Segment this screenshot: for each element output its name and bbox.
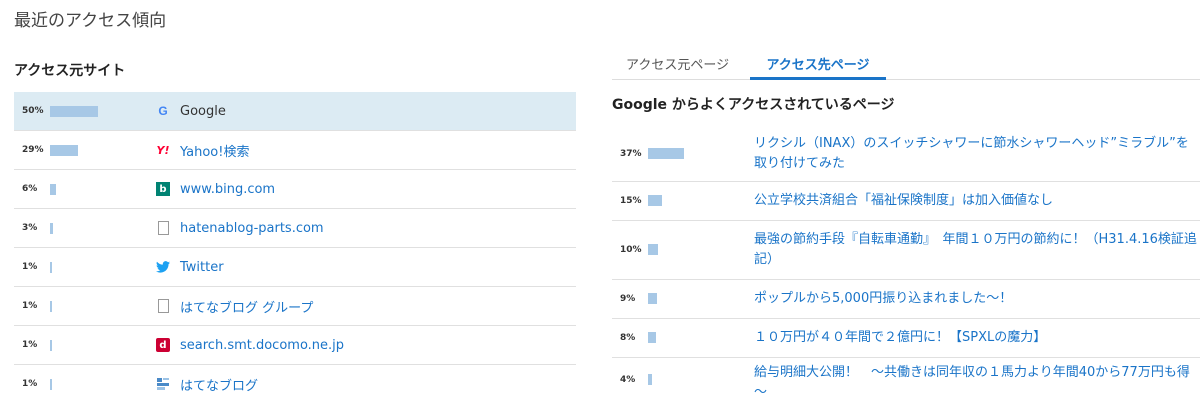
yahoo-icon: Y! [156,143,170,157]
percent-label: 10% [620,245,642,255]
list-item-docomo[interactable]: 1% d search.smt.docomo.ne.jp [14,326,576,365]
percent-bar [50,183,56,195]
list-item[interactable]: 15% 公立学校共済組合「福祉保険制度」は加入価値なし [612,182,1200,221]
list-item[interactable]: 4% 給与明細大公開！ ～共働きは同年収の１馬力より年間40から77万円も得～ [612,358,1200,402]
percent-label: 1% [22,301,38,311]
percent-label: 50% [22,106,44,116]
percent-bar [648,148,684,159]
site-label[interactable]: www.bing.com [180,182,275,197]
percent-bar [648,293,657,304]
site-label[interactable]: hatenablog-parts.com [180,221,324,236]
list-item[interactable]: 37% リクシル（INAX）のスイッチシャワーに節水シャワーヘッド”ミラブル”を… [612,126,1200,182]
list-item-hatena-blog[interactable]: 1% はてなブログ [14,365,576,402]
percent-label: 1% [22,379,38,389]
percent-bar [50,261,52,273]
page-link[interactable]: 給与明細大公開！ ～共働きは同年収の１馬力より年間40から77万円も得～ [754,363,1200,402]
page-link[interactable]: ポップルから5,000円振り込まれました～！ [754,289,1200,309]
list-item-hatena-group[interactable]: 1% はてなブログ グループ [14,287,576,326]
percent-bar [50,300,52,312]
page-link[interactable]: 公立学校共済組合「福祉保険制度」は加入価値なし [754,191,1200,211]
bing-icon: b [156,182,170,196]
percent-label: 3% [22,223,38,233]
tab-destination-pages[interactable]: アクセス先ページ [750,50,886,80]
list-item-google[interactable]: 50% G Google [14,92,576,131]
percent-bar [50,339,52,351]
list-item-hatenablog-parts[interactable]: 3% hatenablog-parts.com [14,209,576,248]
page-title: 最近のアクセス傾向 [14,11,167,31]
percent-label: 6% [22,184,38,194]
percent-label: 4% [620,375,636,385]
docomo-icon: d [156,338,170,352]
list-item-bing[interactable]: 6% b www.bing.com [14,170,576,209]
list-item-twitter[interactable]: 1% Twitter [14,248,576,287]
percent-bar [50,378,52,390]
document-icon [156,221,170,235]
page-link[interactable]: 最強の節約手段『自転車通勤』 年間１０万円の節約に！（H31.4.16検証追記） [754,230,1200,270]
google-icon: G [158,104,168,118]
percent-label: 1% [22,340,38,350]
percent-label: 37% [620,149,642,159]
percent-bar [648,374,652,385]
site-label[interactable]: search.smt.docomo.ne.jp [180,338,344,353]
percent-bar [648,195,662,206]
list-item-yahoo[interactable]: 29% Y! Yahoo!検索 [14,131,576,170]
list-item[interactable]: 9% ポップルから5,000円振り込まれました～！ [612,280,1200,319]
percent-bar [50,222,53,234]
percent-bar [50,105,98,117]
percent-bar [648,244,658,255]
percent-bar [50,144,78,156]
site-label[interactable]: Yahoo!検索 [180,141,249,160]
page-tabs: アクセス元ページ アクセス先ページ [612,50,1200,80]
percent-label: 15% [620,196,642,206]
popular-pages-heading: Google からよくアクセスされているページ [612,97,895,113]
destination-page-list: 37% リクシル（INAX）のスイッチシャワーに節水シャワーヘッド”ミラブル”を… [612,126,1200,402]
site-label[interactable]: はてなブログ [180,375,258,394]
site-label[interactable]: Google [180,104,226,119]
percent-label: 29% [22,145,44,155]
page-link[interactable]: １０万円が４０年間で２億円に！【SPXLの魔力】 [754,328,1200,348]
referrer-site-list: 50% G Google 29% Y! Yahoo!検索 6% b www.bi… [14,92,576,402]
percent-label: 9% [620,294,636,304]
page-link[interactable]: リクシル（INAX）のスイッチシャワーに節水シャワーヘッド”ミラブル”を取り付け… [754,134,1200,174]
list-item[interactable]: 8% １０万円が４０年間で２億円に！【SPXLの魔力】 [612,319,1200,358]
percent-label: 8% [620,333,636,343]
document-icon [156,299,170,313]
hatena-blog-icon [156,377,170,391]
list-item[interactable]: 10% 最強の節約手段『自転車通勤』 年間１０万円の節約に！（H31.4.16検… [612,221,1200,280]
site-label[interactable]: Twitter [180,260,224,275]
twitter-icon [156,260,170,274]
site-label[interactable]: はてなブログ グループ [180,297,313,316]
tab-referrer-pages[interactable]: アクセス元ページ [626,50,729,80]
percent-bar [648,332,656,343]
percent-label: 1% [22,262,38,272]
referrer-sites-heading: アクセス元サイト [14,63,126,79]
